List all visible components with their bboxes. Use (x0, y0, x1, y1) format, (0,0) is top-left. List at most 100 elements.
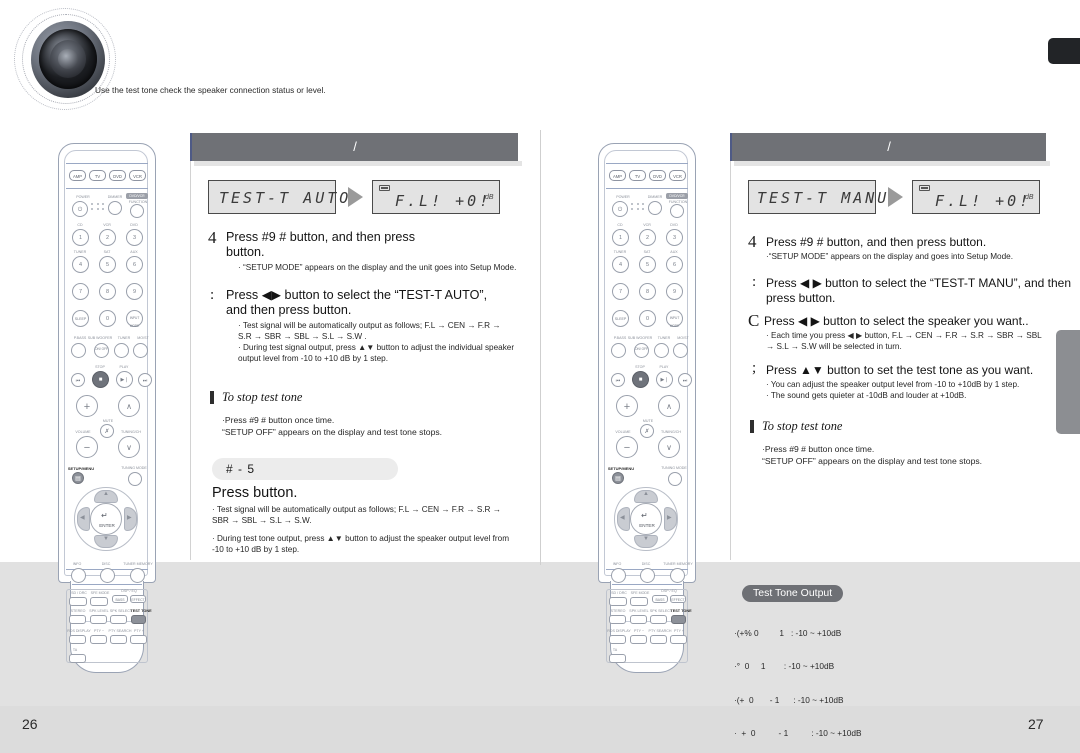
right-panel-sfemode-button[interactable] (630, 597, 648, 606)
right-most-button[interactable] (673, 343, 688, 358)
left-mute-button[interactable]: ✗ (100, 424, 114, 438)
right-panel-spklevel-button[interactable] (630, 615, 647, 624)
right-panel-rds-button-2[interactable] (650, 635, 667, 644)
right-numkey-4[interactable]: 4 (612, 256, 629, 273)
right-volume-down-button[interactable]: − (616, 436, 638, 458)
right-sleep-button[interactable]: SLEEP (612, 310, 629, 327)
left-panel-rds-button-0[interactable] (69, 635, 86, 644)
left-numkey-6[interactable]: 6 (126, 256, 143, 273)
right-numkey-2[interactable]: 2 (639, 229, 656, 246)
right-panel-rds-button-1[interactable] (630, 635, 647, 644)
right-enter-button[interactable]: ↵ ENTER (630, 503, 662, 535)
left-info-button[interactable] (71, 568, 86, 583)
right-subwoofer-onoff-button[interactable]: ON/ OFF (634, 343, 649, 358)
left-numkey-5[interactable]: 5 (99, 256, 116, 273)
right-volume-up-button[interactable]: + (616, 395, 638, 417)
right-stop-button[interactable]: ■ (632, 371, 649, 388)
left-volume-down-button[interactable]: − (76, 436, 98, 458)
right-numkey-0[interactable]: 0 (639, 310, 656, 327)
left-enter-button[interactable]: ↵ ENTER (90, 503, 122, 535)
left-panel-ta-button[interactable] (69, 654, 86, 663)
right-prev-button[interactable]: ⏮ (611, 373, 625, 387)
left-stop-button[interactable]: ■ (92, 371, 109, 388)
right-mode-button-tv[interactable]: TV (629, 170, 646, 181)
right-panel-ta-button[interactable] (609, 654, 626, 663)
left-tuning-down-button[interactable]: ∨ (118, 436, 140, 458)
right-numkey-1[interactable]: 1 (612, 229, 629, 246)
right-function-button[interactable] (670, 204, 684, 218)
left-numkey-7[interactable]: 7 (72, 283, 89, 300)
right-numkey-8[interactable]: 8 (639, 283, 656, 300)
left-next-button[interactable]: ⏭ (138, 373, 152, 387)
left-mode-button-amp[interactable]: AMP (69, 170, 86, 181)
left-panel-spkselect-button[interactable] (110, 615, 127, 624)
right-input-mode-button[interactable]: INPUT MODE (666, 310, 683, 328)
left-panel-stereo-button[interactable] (69, 615, 86, 624)
right-panel-effect-button[interactable]: EFFECT (670, 595, 686, 603)
left-power-button[interactable]: ⏻ (72, 201, 88, 217)
left-numkey-8[interactable]: 8 (99, 283, 116, 300)
right-panel-rds-button-0[interactable] (609, 635, 626, 644)
left-numkey-9[interactable]: 9 (126, 283, 143, 300)
left-dimmer-button[interactable] (108, 201, 122, 215)
left-play-pause-button[interactable]: ▶❘ (116, 371, 133, 388)
right-play-pause-button[interactable]: ▶❘ (656, 371, 673, 388)
right-numkey-3[interactable]: 3 (666, 229, 683, 246)
right-dimmer-button[interactable] (648, 201, 662, 215)
left-disc-button[interactable] (100, 568, 115, 583)
left-prev-button[interactable]: ⏮ (71, 373, 85, 387)
right-numkey-9[interactable]: 9 (666, 283, 683, 300)
right-power-button[interactable]: ⏻ (612, 201, 628, 217)
left-panel-testtone-button[interactable] (131, 615, 146, 624)
left-panel-rds-button-2[interactable] (110, 635, 127, 644)
left-mode-button-dvd[interactable]: DVD (109, 170, 126, 181)
left-setup-menu-button[interactable]: ▤ (72, 472, 84, 484)
left-numkey-0[interactable]: 0 (99, 310, 116, 327)
left-subwoofer-onoff-button[interactable]: ON/ OFF (94, 343, 109, 358)
right-tuning-down-button[interactable]: ∨ (658, 436, 680, 458)
left-mode-button-vcr[interactable]: VCR (129, 170, 146, 181)
right-numkey-5[interactable]: 5 (639, 256, 656, 273)
right-tuning-up-button[interactable]: ∧ (658, 395, 680, 417)
left-pbass-button[interactable] (71, 343, 86, 358)
right-panel-stereo-button[interactable] (609, 615, 626, 624)
right-mode-button-dvd[interactable]: DVD (649, 170, 666, 181)
left-numkey-1[interactable]: 1 (72, 229, 89, 246)
right-tuning-mode-button[interactable] (668, 472, 682, 486)
left-panel-sddrc-button[interactable] (69, 597, 87, 606)
left-numkey-4[interactable]: 4 (72, 256, 89, 273)
right-pbass-button[interactable] (611, 343, 626, 358)
right-next-button[interactable]: ⏭ (678, 373, 692, 387)
left-numkey-3[interactable]: 3 (126, 229, 143, 246)
right-numkey-7[interactable]: 7 (612, 283, 629, 300)
right-info-button[interactable] (611, 568, 626, 583)
left-panel-effect-button[interactable]: EFFECT (130, 595, 146, 603)
left-numkey-2[interactable]: 2 (99, 229, 116, 246)
right-tuner-button[interactable] (654, 343, 669, 358)
right-mute-button[interactable]: ✗ (640, 424, 654, 438)
left-panel-rds-button-1[interactable] (90, 635, 107, 644)
left-panel-rds-button-3[interactable] (130, 635, 147, 644)
right-panel-rds-button-3[interactable] (670, 635, 687, 644)
left-mode-button-tv[interactable]: TV (89, 170, 106, 181)
right-panel-sddrc-button[interactable] (609, 597, 627, 606)
right-setup-menu-button[interactable]: ▤ (612, 472, 624, 484)
left-panel-bass-button[interactable]: BASS (112, 595, 128, 603)
right-panel-bass-button[interactable]: BASS (652, 595, 668, 603)
right-tuner-memory-button[interactable] (670, 568, 685, 583)
left-tuner-memory-button[interactable] (130, 568, 145, 583)
right-mode-button-amp[interactable]: AMP (609, 170, 626, 181)
right-mode-button-vcr[interactable]: VCR (669, 170, 686, 181)
left-panel-spklevel-button[interactable] (90, 615, 107, 624)
left-tuner-button[interactable] (114, 343, 129, 358)
right-panel-testtone-button[interactable] (671, 615, 686, 624)
left-input-mode-button[interactable]: INPUT MODE (126, 310, 143, 328)
left-most-button[interactable] (133, 343, 148, 358)
left-tuning-up-button[interactable]: ∧ (118, 395, 140, 417)
right-numkey-6[interactable]: 6 (666, 256, 683, 273)
right-panel-spkselect-button[interactable] (650, 615, 667, 624)
left-volume-up-button[interactable]: + (76, 395, 98, 417)
left-sleep-button[interactable]: SLEEP (72, 310, 89, 327)
left-function-button[interactable] (130, 204, 144, 218)
left-panel-sfemode-button[interactable] (90, 597, 108, 606)
